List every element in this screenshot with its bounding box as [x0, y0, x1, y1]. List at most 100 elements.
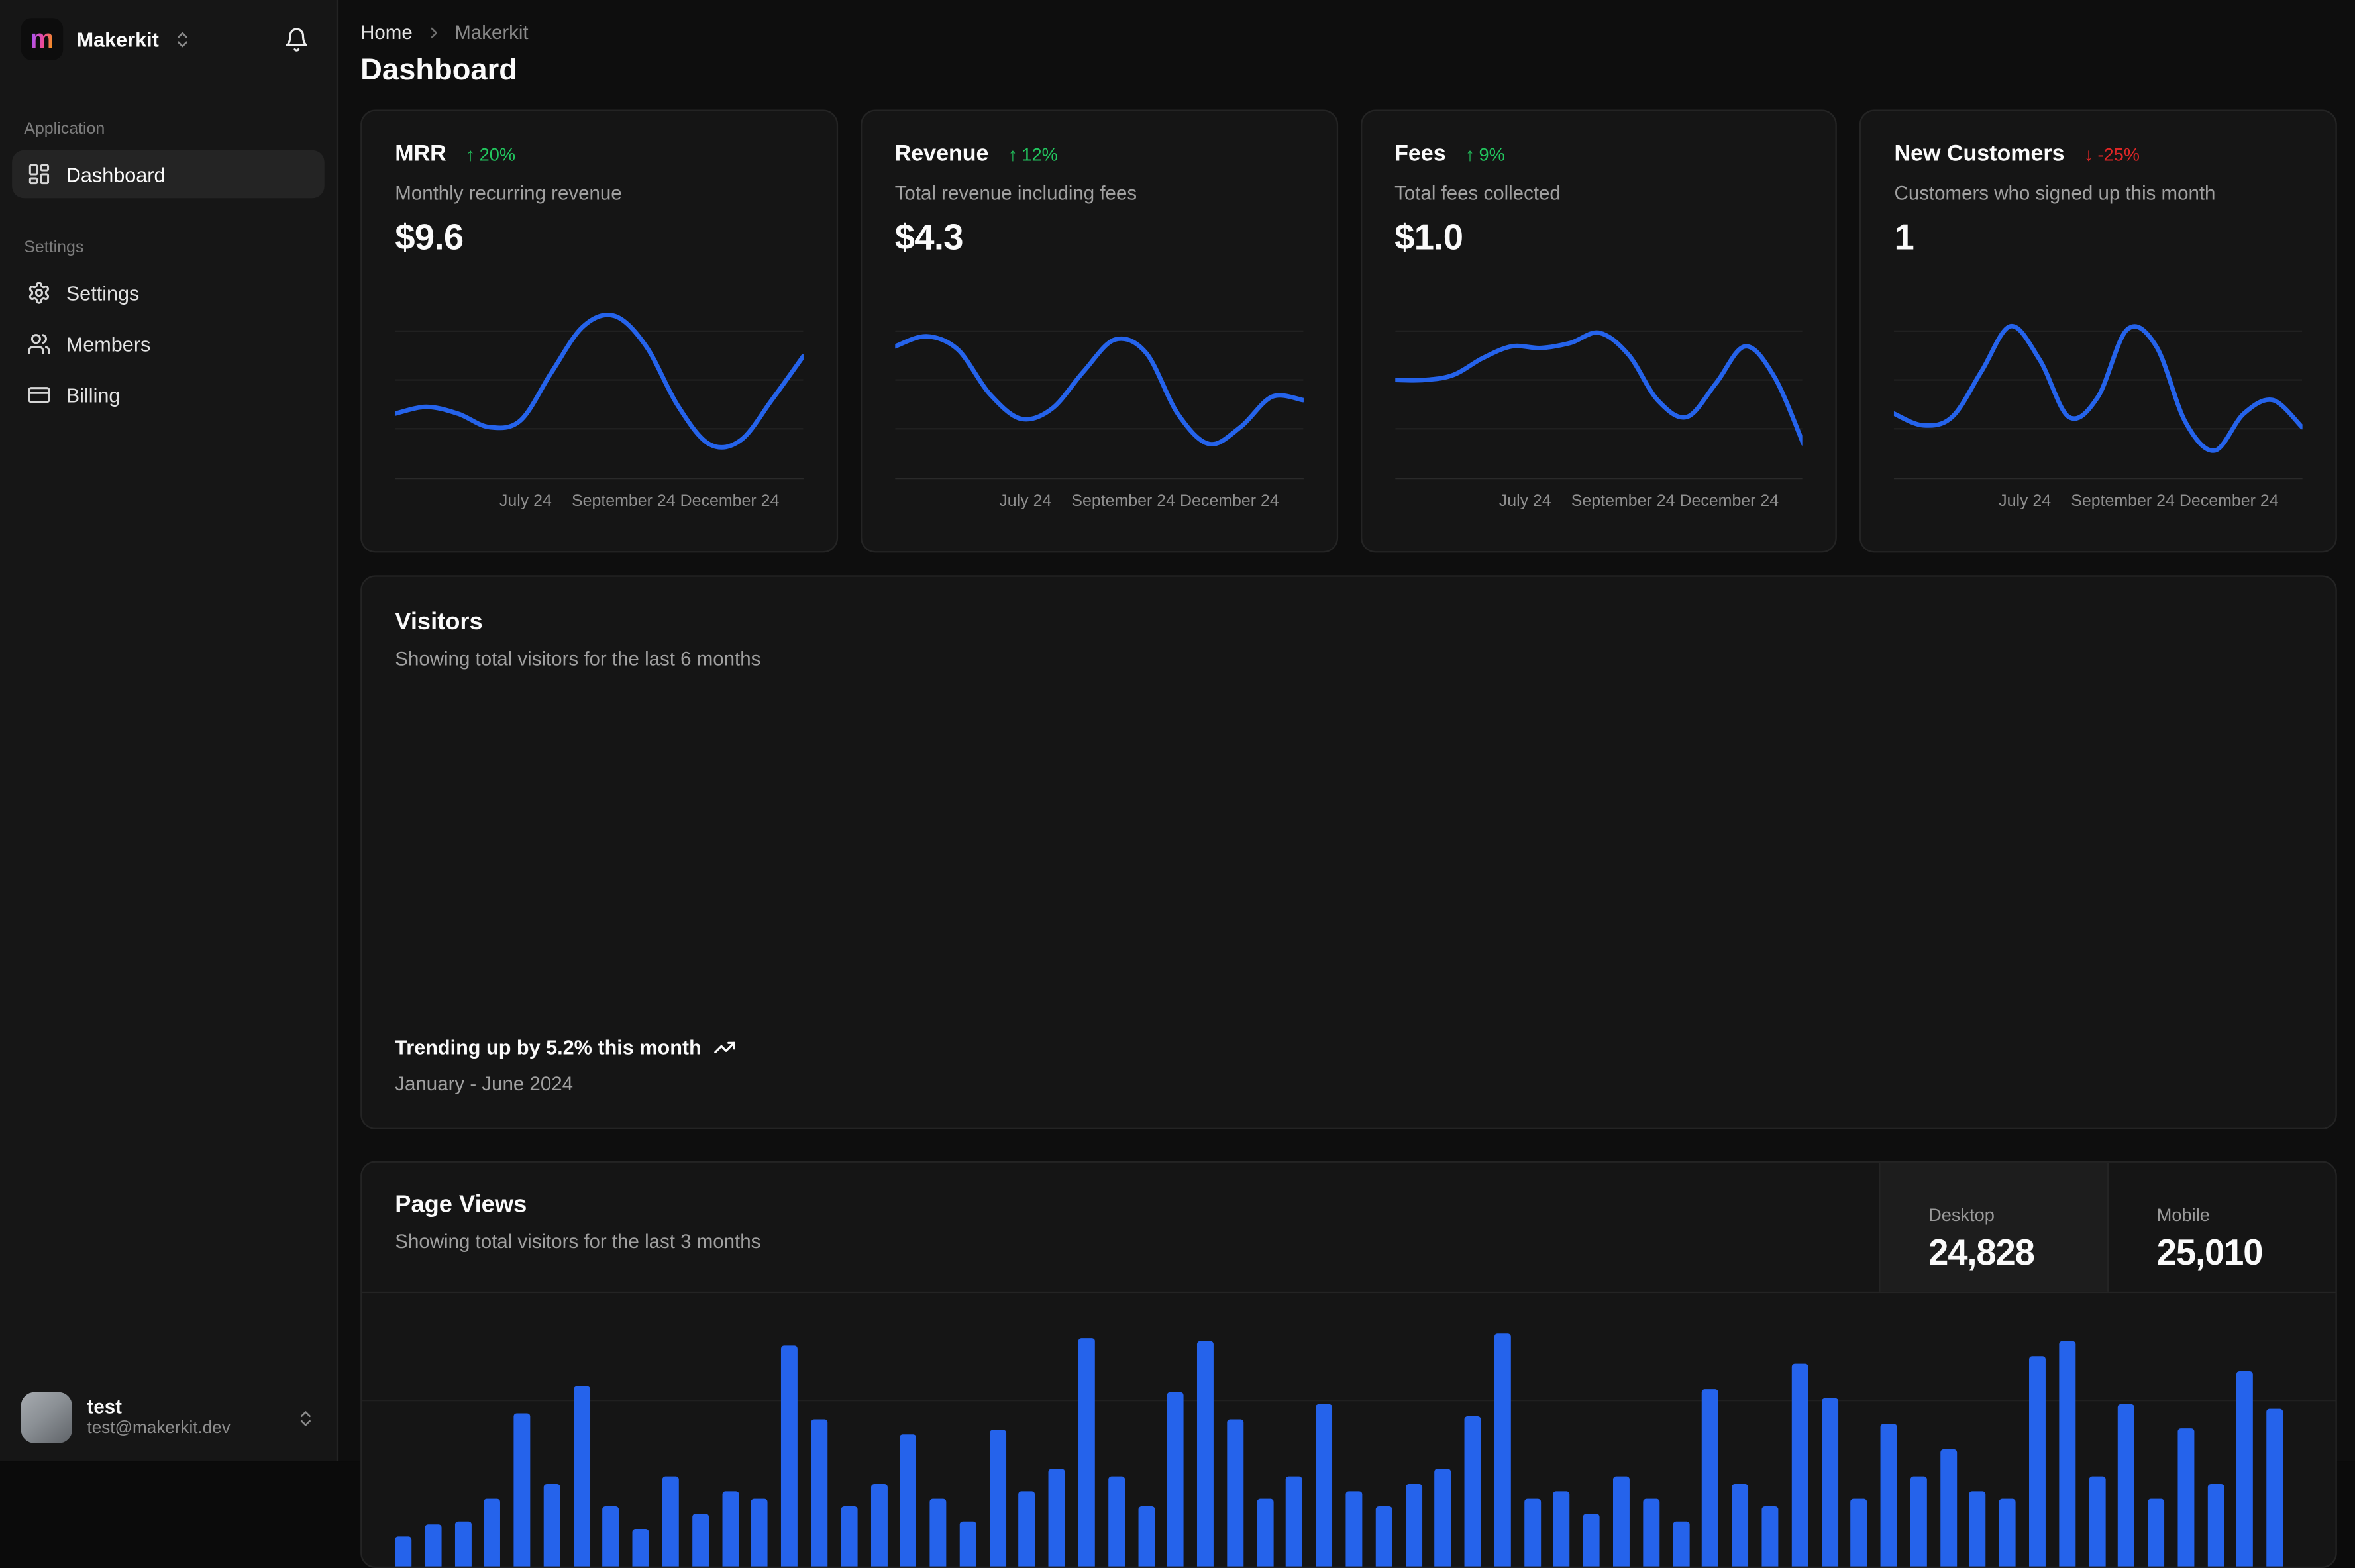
sidebar-item-label: Billing — [66, 384, 121, 407]
sidebar: m Makerkit Application Dashboard Setting… — [0, 0, 339, 1462]
credit-card-icon — [28, 387, 50, 403]
desktop-toggle-button[interactable]: Desktop 24,828 — [1879, 1162, 2107, 1292]
user-email: test@makerkit.dev — [87, 1420, 231, 1438]
trend-down-icon: ↓ — [2084, 143, 2093, 165]
mobile-value: 25,010 — [2156, 1233, 2264, 1274]
bar — [1434, 1469, 1451, 1567]
bar — [1850, 1498, 1867, 1567]
trend-badge: ↓ -25% — [2084, 143, 2140, 165]
trend-badge: ↑ 9% — [1465, 143, 1505, 165]
revenue-sparkline-chart — [894, 282, 1303, 478]
bar — [1613, 1476, 1630, 1567]
user-name: test — [87, 1394, 122, 1418]
stat-title: New Customers — [1894, 141, 2065, 167]
bar — [1108, 1476, 1125, 1567]
x-tick: December 24 — [1679, 492, 1779, 511]
trend-badge: ↑ 12% — [1008, 143, 1058, 165]
bar — [2118, 1404, 2135, 1567]
workspace-name: Makerkit — [76, 27, 159, 50]
stat-title: Fees — [1394, 141, 1446, 167]
bar — [1167, 1392, 1184, 1567]
bar — [811, 1419, 828, 1567]
new-customers-sparkline-chart — [1894, 282, 2303, 478]
bar — [454, 1521, 471, 1567]
stat-card-fees: Fees ↑ 9% Total fees collected $1.0 July … — [1359, 109, 1838, 553]
bar — [1048, 1469, 1065, 1567]
bar — [484, 1498, 501, 1567]
bar — [1464, 1416, 1481, 1567]
chevrons-up-down-icon — [300, 1410, 311, 1426]
bar — [1702, 1389, 1719, 1567]
stat-card-mrr: MRR ↑ 20% Monthly recurring revenue $9.6 … — [360, 109, 838, 553]
makerkit-dashboard: m Makerkit Application Dashboard Setting… — [0, 0, 2355, 1568]
bar — [2266, 1408, 2283, 1567]
x-tick: July 24 — [1498, 492, 1551, 511]
stat-value: $9.6 — [395, 217, 464, 258]
bar — [2028, 1356, 2046, 1567]
sidebar-item-billing[interactable]: Billing — [12, 371, 325, 419]
x-tick: December 24 — [680, 492, 780, 511]
sidebar-item-settings[interactable]: Settings — [12, 269, 325, 317]
bar — [2148, 1498, 2165, 1567]
users-icon — [28, 334, 50, 354]
bar — [870, 1484, 887, 1567]
bar — [989, 1430, 1006, 1567]
bar — [1494, 1333, 1511, 1567]
stat-value: 1 — [1894, 217, 1914, 258]
bar — [1345, 1491, 1363, 1567]
visitors-subtitle: Showing total visitors for the last 6 mo… — [395, 647, 761, 670]
user-menu[interactable]: test test@makerkit.dev — [0, 1375, 337, 1461]
bar — [2207, 1484, 2224, 1567]
x-tick: July 24 — [1999, 492, 2052, 511]
sidebar-item-members[interactable]: Members — [12, 320, 325, 368]
gear-icon — [28, 282, 50, 304]
mrr-sparkline-chart — [395, 282, 804, 478]
bar — [1227, 1419, 1243, 1567]
visitors-footer: Trending up by 5.2% this month January -… — [395, 1036, 2302, 1095]
x-tick: December 24 — [2179, 492, 2279, 511]
workspace-selector[interactable]: m Makerkit — [21, 18, 278, 60]
bar — [2177, 1428, 2195, 1567]
x-tick: September 24 — [571, 492, 676, 511]
bar — [1940, 1449, 1957, 1567]
bar — [1316, 1404, 1333, 1567]
bar — [1553, 1491, 1571, 1567]
breadcrumb-current: Makerkit — [454, 21, 529, 44]
x-axis: July 24 September 24 December 24 — [1394, 477, 1803, 521]
sidebar-item-dashboard[interactable]: Dashboard — [12, 150, 325, 199]
bar — [662, 1476, 679, 1567]
sidebar-item-label: Dashboard — [66, 162, 166, 186]
breadcrumb-home-link[interactable]: Home — [360, 21, 413, 44]
bar — [1672, 1521, 1689, 1567]
stat-value: $1.0 — [1394, 217, 1463, 258]
bar — [1256, 1498, 1273, 1567]
user-avatar — [21, 1392, 72, 1443]
page-views-title: Page Views — [395, 1192, 527, 1218]
bar — [1019, 1491, 1036, 1567]
x-tick: September 24 — [2071, 492, 2175, 511]
x-tick: December 24 — [1180, 492, 1279, 511]
trend-badge: ↑ 20% — [466, 143, 516, 165]
main-content: Home Makerkit Dashboard MRR ↑ 20% Monthly… — [338, 0, 2355, 1568]
mobile-toggle-button[interactable]: Mobile 25,010 — [2107, 1162, 2336, 1292]
visitors-period: January - June 2024 — [395, 1072, 574, 1095]
bar — [959, 1521, 976, 1567]
stat-card-revenue: Revenue ↑ 12% Total revenue including fee… — [860, 109, 1337, 553]
page-views-subtitle: Showing total visitors for the last 3 mo… — [395, 1229, 761, 1253]
stat-subtitle: Monthly recurring revenue — [395, 182, 622, 205]
visitors-area-chart — [395, 697, 2302, 997]
x-axis: July 24 September 24 December 24 — [1894, 477, 2303, 521]
stat-value: $4.3 — [894, 217, 964, 258]
bar — [2236, 1371, 2254, 1567]
x-axis: July 24 September 24 December 24 — [395, 477, 804, 521]
notifications-button[interactable] — [278, 21, 315, 58]
bar — [543, 1484, 560, 1567]
desktop-value: 24,828 — [1928, 1233, 2035, 1274]
bar — [1969, 1491, 1987, 1567]
x-tick: July 24 — [999, 492, 1052, 511]
page-views-card: Page Views Showing total visitors for th… — [360, 1161, 2337, 1568]
bar — [1999, 1498, 2016, 1567]
trending-up-icon — [714, 1041, 735, 1054]
sidebar-item-label: Members — [66, 333, 151, 356]
bar — [1197, 1341, 1214, 1567]
